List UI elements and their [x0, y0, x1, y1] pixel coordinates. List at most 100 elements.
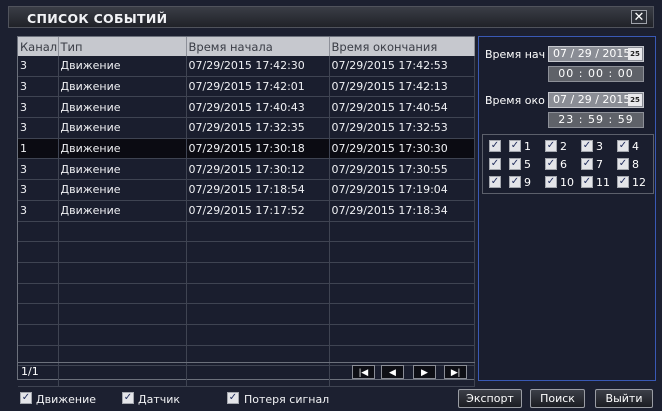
table-row[interactable]: 1 Движение 07/29/2015 17:30:18 07/29/2015 1…: [18, 138, 475, 160]
sensor-checkbox[interactable]: ✓: [122, 392, 134, 404]
video-loss-label: Потеря сигнал: [244, 393, 330, 406]
title-bar: СПИСОК СОБЫТИЙ ✕: [8, 6, 654, 28]
start-time-field[interactable]: 00 : 00 : 00: [548, 66, 644, 82]
cell-channel: [18, 303, 59, 325]
calendar-icon[interactable]: 25: [628, 94, 642, 106]
channel-label: 2: [560, 140, 567, 153]
table-row[interactable]: [18, 262, 475, 284]
channel-checkbox[interactable]: ✓: [545, 158, 557, 170]
channel-label: 10: [560, 176, 574, 189]
header-type[interactable]: Тип: [58, 37, 187, 56]
cell-start: 07/29/2015 17:18:54: [186, 179, 330, 201]
table-row[interactable]: [18, 324, 475, 346]
cell-start: 07/29/2015 17:30:18: [186, 138, 330, 160]
cell-start: 07/29/2015 17:42:30: [186, 56, 330, 77]
motion-checkbox[interactable]: ✓: [20, 392, 32, 404]
cell-end: 07/29/2015 17:30:30: [329, 138, 475, 160]
channel-checkbox[interactable]: ✓: [509, 176, 521, 188]
filter-panel: [478, 36, 656, 381]
first-page-button[interactable]: |◀: [352, 365, 375, 379]
cell-start: [186, 241, 330, 263]
cell-start: 07/29/2015 17:40:43: [186, 96, 330, 119]
cell-channel: 3: [18, 96, 59, 119]
end-time-field[interactable]: 23 : 59 : 59: [548, 112, 644, 128]
channel-label: 7: [596, 158, 603, 171]
cell-type: Движение: [58, 96, 187, 119]
cell-start: 07/29/2015 17:42:01: [186, 76, 330, 98]
cell-start: [186, 303, 330, 325]
channel-checkbox[interactable]: ✓: [509, 140, 521, 152]
export-button[interactable]: Экспорт: [458, 389, 522, 408]
table-row[interactable]: 3 Движение 07/29/2015 17:18:54 07/29/2015 1…: [18, 179, 475, 201]
table-row[interactable]: 3 Движение 07/29/2015 17:42:30 07/29/2015 1…: [18, 56, 475, 77]
table-row[interactable]: [18, 241, 475, 263]
cell-type: Движение: [58, 76, 187, 98]
channel-checkbox[interactable]: ✓: [545, 140, 557, 152]
table-row[interactable]: 3 Движение 07/29/2015 17:40:43 07/29/2015 1…: [18, 96, 475, 119]
channel-checkbox[interactable]: ✓: [545, 176, 557, 188]
channel-group-checkbox[interactable]: ✓: [489, 176, 501, 188]
channel-label: 11: [596, 176, 610, 189]
cell-end: 07/29/2015 17:18:34: [329, 200, 475, 222]
channel-group-checkbox[interactable]: ✓: [489, 140, 501, 152]
next-page-button[interactable]: ▶: [413, 365, 436, 379]
last-page-button[interactable]: ▶|: [444, 365, 467, 379]
cell-channel: 3: [18, 158, 59, 181]
search-button[interactable]: Поиск: [530, 389, 585, 408]
cell-type: Движение: [58, 158, 187, 181]
cell-end: 07/29/2015 17:40:54: [329, 96, 475, 119]
motion-label: Движение: [36, 393, 97, 406]
prev-page-button[interactable]: ◀: [381, 365, 404, 379]
channel-checkbox[interactable]: ✓: [581, 176, 593, 188]
header-channel[interactable]: Канал: [18, 37, 59, 56]
bottom-bar: ✓ Движение ✓ Датчик ✓ Потеря сигнал Эксп…: [0, 384, 662, 411]
cell-end: 07/29/2015 17:19:04: [329, 179, 475, 201]
channel-label: 12: [632, 176, 646, 189]
pager: 1/1 |◀ ◀ ▶ ▶|: [17, 362, 475, 382]
channel-checkbox[interactable]: ✓: [581, 158, 593, 170]
cell-start: 07/29/2015 17:32:35: [186, 117, 330, 139]
channel-checkbox[interactable]: ✓: [509, 158, 521, 170]
channel-label: 9: [524, 176, 531, 189]
end-time-label: Время око: [485, 94, 545, 107]
cell-type: Движение: [58, 200, 187, 222]
cell-end: 07/29/2015 17:42:13: [329, 76, 475, 98]
channel-checkbox[interactable]: ✓: [617, 176, 629, 188]
close-button[interactable]: ✕: [631, 10, 647, 24]
channel-checkbox[interactable]: ✓: [581, 140, 593, 152]
cell-end: [329, 283, 475, 305]
cell-channel: [18, 324, 59, 346]
video-loss-checkbox[interactable]: ✓: [227, 392, 239, 404]
header-end-time[interactable]: Время окончания: [329, 37, 475, 56]
page-indicator: 1/1: [21, 365, 39, 378]
table-row[interactable]: 3 Движение 07/29/2015 17:30:12 07/29/2015 1…: [18, 158, 475, 181]
cell-channel: 3: [18, 117, 59, 139]
header-start-time[interactable]: Время начала: [186, 37, 330, 56]
start-date-field[interactable]: 07 / 29 / 2015 25: [548, 46, 644, 62]
cell-type: Движение: [58, 179, 187, 201]
channel-label: 1: [524, 140, 531, 153]
cell-type: Движение: [58, 56, 187, 77]
table-row[interactable]: 3 Движение 07/29/2015 17:42:01 07/29/2015 1…: [18, 76, 475, 98]
table-row[interactable]: [18, 221, 475, 243]
cell-channel: [18, 283, 59, 305]
exit-button[interactable]: Выйти: [595, 389, 653, 408]
cell-end: [329, 241, 475, 263]
cell-channel: [18, 221, 59, 243]
table-row[interactable]: [18, 303, 475, 325]
cell-start: [186, 221, 330, 243]
calendar-icon[interactable]: 25: [628, 48, 642, 60]
channel-checkbox[interactable]: ✓: [617, 140, 629, 152]
cell-channel: 3: [18, 76, 59, 98]
channel-label: 8: [632, 158, 639, 171]
window-title: СПИСОК СОБЫТИЙ: [27, 11, 168, 26]
channel-group-checkbox[interactable]: ✓: [489, 158, 501, 170]
channel-checkbox[interactable]: ✓: [617, 158, 629, 170]
table-row[interactable]: 3 Движение 07/29/2015 17:32:35 07/29/2015 1…: [18, 117, 475, 139]
cell-type: [58, 324, 187, 346]
cell-end: [329, 303, 475, 325]
cell-channel: [18, 262, 59, 284]
table-row[interactable]: [18, 283, 475, 305]
end-date-field[interactable]: 07 / 29 / 2015 25: [548, 92, 644, 108]
table-row[interactable]: 3 Движение 07/29/2015 17:17:52 07/29/2015 1…: [18, 200, 475, 222]
